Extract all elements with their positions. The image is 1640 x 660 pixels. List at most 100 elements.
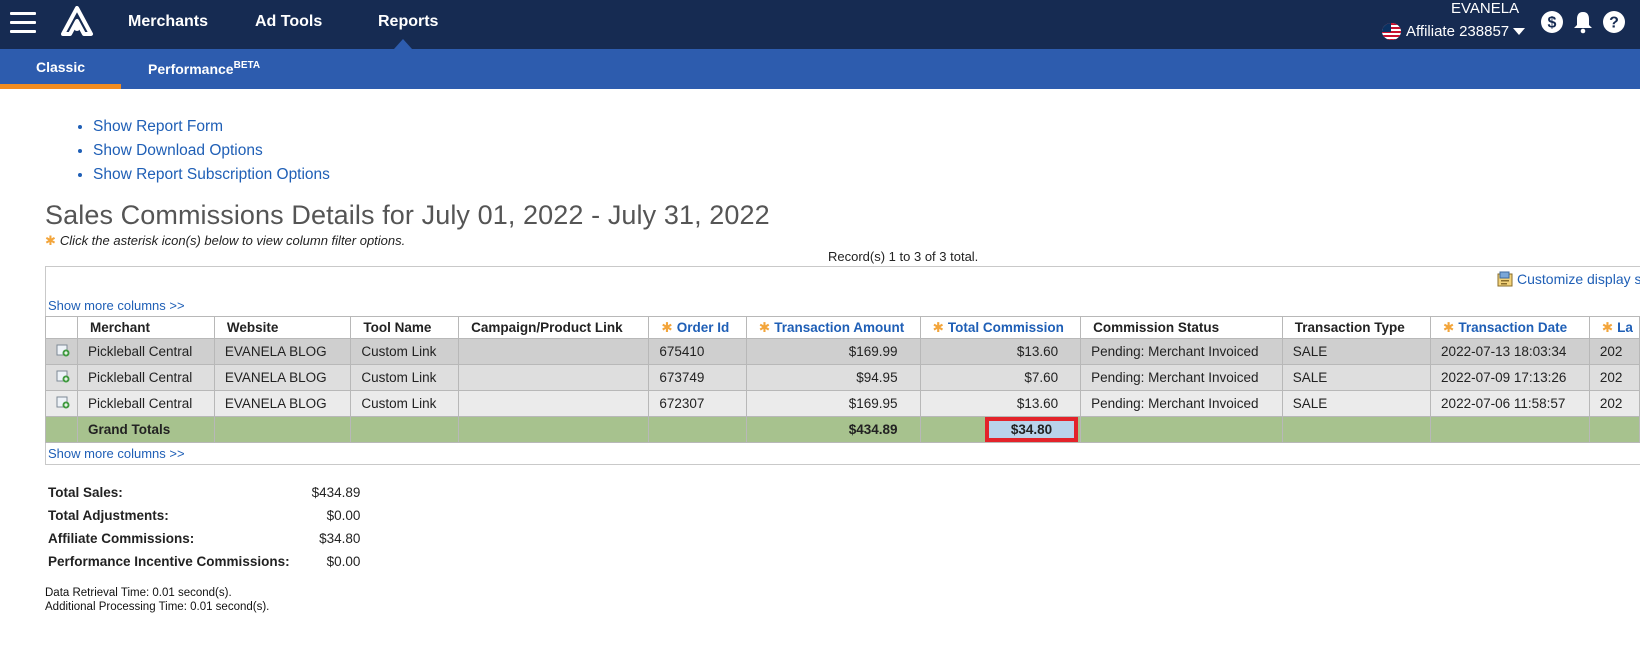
row-detail-cell — [45, 390, 78, 417]
data-retrieval-time: Data Retrieval Time: 0.01 second(s). — [45, 587, 232, 599]
active-nav-indicator — [394, 39, 412, 49]
header-transaction-amount[interactable]: ✱ Transaction Amount — [745, 316, 921, 339]
hamburger-icon[interactable] — [10, 12, 36, 34]
svg-text:$: $ — [1548, 15, 1557, 32]
show-download-options-link[interactable]: Show Download Options — [93, 142, 263, 159]
header-commission-status: Commission Status — [1080, 316, 1283, 339]
chevron-down-icon[interactable] — [1513, 28, 1525, 35]
cell-total-commission: $13.60 — [919, 338, 1082, 365]
cell-campaign-link — [458, 364, 650, 391]
help-icon[interactable]: ? — [1602, 10, 1626, 34]
page-title: Sales Commissions Details for July 01, 2… — [45, 200, 770, 230]
cell-transaction-type: SALE — [1281, 364, 1432, 391]
totals-empty-cell — [648, 416, 747, 443]
totals-empty-cell — [45, 416, 78, 443]
dollar-icon[interactable]: $ — [1540, 10, 1564, 34]
totals-empty-cell — [1281, 416, 1432, 443]
summary-value: $34.80 — [319, 531, 361, 546]
totals-empty-cell — [213, 416, 352, 443]
show-more-columns-bottom[interactable]: Show more columns >> — [48, 446, 185, 461]
grand-totals-row: Grand Totals $434.89 $34.80 — [45, 416, 1640, 443]
cell-campaign-link — [458, 390, 650, 417]
tab-classic[interactable]: Classic — [0, 49, 121, 89]
summary-row: Total Adjustments: $0.00 — [46, 504, 362, 527]
asterisk-icon[interactable]: ✱ — [661, 320, 672, 335]
grand-totals-label: Grand Totals — [77, 416, 215, 443]
row-detail-icon[interactable] — [56, 343, 71, 358]
cell-campaign-link — [458, 338, 650, 365]
cell-merchant: Pickleball Central — [77, 390, 215, 417]
summary-table: Total Sales: $434.89 Total Adjustments: $0… — [46, 481, 362, 573]
summary-value: $0.00 — [326, 554, 361, 569]
list-item: Show Report Subscription Options — [93, 164, 330, 188]
cell-total-commission: $13.60 — [919, 390, 1082, 417]
performance-info: Data Retrieval Time: 0.01 second(s). Add… — [45, 586, 269, 614]
total-transaction-amount: $434.89 — [745, 416, 921, 443]
header-last-col-label: La — [1617, 319, 1633, 335]
totals-empty-cell — [1588, 416, 1640, 443]
nav-merchants[interactable]: Merchants — [128, 13, 208, 31]
top-nav: Merchants Ad Tools Reports EVANELA Affil… — [0, 0, 1640, 49]
report-options-list: Show Report Form Show Download Options S… — [78, 116, 330, 188]
cell-merchant: Pickleball Central — [77, 364, 215, 391]
total-commission-highlight[interactable]: $34.80 — [984, 417, 1079, 442]
summary-row: Total Sales: $434.89 — [46, 481, 362, 504]
asterisk-icon[interactable]: ✱ — [1443, 320, 1454, 335]
row-detail-cell — [45, 338, 78, 365]
totals-empty-cell — [458, 416, 650, 443]
summary-label: Total Adjustments: — [48, 508, 169, 523]
cell-tool-name: Custom Link — [350, 364, 460, 391]
sub-nav: Classic PerformanceBETA — [0, 49, 1640, 89]
header-order-id-label: Order Id — [676, 319, 730, 335]
asterisk-icon: ✱ — [45, 233, 56, 248]
logo-icon[interactable] — [60, 6, 94, 38]
header-website: Website — [213, 316, 352, 339]
summary-value: $434.89 — [311, 485, 361, 500]
header-order-id[interactable]: ✱ Order Id — [648, 316, 747, 339]
show-subscription-options-link[interactable]: Show Report Subscription Options — [93, 166, 330, 183]
customize-icon[interactable] — [1497, 271, 1514, 288]
cell-transaction-amount: $169.95 — [745, 390, 921, 417]
summary-label: Performance Incentive Commissions: — [48, 554, 290, 569]
show-more-columns-top[interactable]: Show more columns >> — [48, 298, 185, 313]
beta-badge: BETA — [233, 60, 261, 71]
header-transaction-date-label: Transaction Date — [1458, 319, 1568, 335]
nav-ad-tools[interactable]: Ad Tools — [255, 13, 322, 31]
asterisk-icon[interactable]: ✱ — [933, 320, 944, 335]
cell-website: EVANELA BLOG — [213, 390, 352, 417]
header-last-col[interactable]: ✱ La — [1588, 316, 1640, 339]
header-campaign-link: Campaign/Product Link — [458, 316, 650, 339]
asterisk-icon[interactable]: ✱ — [759, 320, 770, 335]
header-transaction-date[interactable]: ✱ Transaction Date — [1430, 316, 1590, 339]
header-merchant: Merchant — [77, 316, 215, 339]
asterisk-icon[interactable]: ✱ — [1602, 320, 1613, 335]
processing-time: Additional Processing Time: 0.01 second(… — [45, 601, 270, 613]
table-header-row: Merchant Website Tool Name Campaign/Prod… — [45, 316, 1640, 339]
cell-last-col: 202 — [1588, 390, 1640, 417]
cell-order-id: 672307 — [648, 390, 747, 417]
user-name: EVANELA — [1451, 0, 1520, 17]
summary-label: Total Sales: — [48, 485, 123, 500]
row-detail-icon[interactable] — [56, 395, 71, 410]
customize-display-link[interactable]: Customize display s — [1517, 271, 1640, 287]
cell-tool-name: Custom Link — [350, 338, 460, 365]
cell-last-col: 202 — [1588, 364, 1640, 391]
cell-order-id: 673749 — [648, 364, 747, 391]
table-row: Pickleball Central EVANELA BLOG Custom L… — [45, 390, 1640, 417]
header-total-commission[interactable]: ✱ Total Commission — [919, 316, 1082, 339]
show-report-form-link[interactable]: Show Report Form — [93, 118, 223, 135]
cell-transaction-amount: $169.99 — [745, 338, 921, 365]
cell-order-id: 675410 — [648, 338, 747, 365]
tab-performance[interactable]: PerformanceBETA — [148, 49, 260, 89]
cell-transaction-date: 2022-07-06 11:58:57 — [1430, 390, 1590, 417]
summary-row: Affiliate Commissions: $34.80 — [46, 527, 362, 550]
row-detail-cell — [45, 364, 78, 391]
row-detail-icon[interactable] — [56, 369, 71, 384]
nav-reports[interactable]: Reports — [378, 13, 438, 31]
header-transaction-amount-label: Transaction Amount — [774, 319, 905, 335]
tab-performance-label: Performance — [148, 61, 234, 77]
cell-commission-status: Pending: Merchant Invoiced — [1080, 364, 1283, 391]
bell-icon[interactable] — [1571, 10, 1595, 34]
table-row: Pickleball Central EVANELA BLOG Custom L… — [45, 364, 1640, 391]
affiliate-selector[interactable]: Affiliate 238857 — [1406, 23, 1509, 40]
